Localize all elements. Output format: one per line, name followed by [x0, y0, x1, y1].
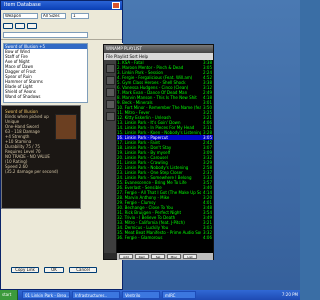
list-item[interactable]: Wand of Shadows: [4, 94, 87, 99]
winamp-titlebar[interactable]: WINAMP PLAYLIST: [104, 45, 213, 53]
winamp-left-toolbar: [104, 60, 117, 253]
winamp-bottom-bar: Add Rem Sel Misc List: [117, 253, 213, 260]
category-select-value: Weapon: [5, 13, 22, 18]
tooltip-line: (35.2 damage per second): [5, 169, 59, 174]
tool-video-icon[interactable]: [106, 88, 115, 97]
search-input[interactable]: [3, 32, 88, 38]
tool-browser-icon[interactable]: [106, 112, 115, 121]
winamp-menu: File Playlist Sort Help: [104, 53, 213, 60]
window-titlebar[interactable]: Item Database: [1, 1, 122, 10]
taskbar: start 01 Linkin Park - Brea... Infrastru…: [0, 290, 300, 300]
window-title: Item Database: [4, 2, 41, 8]
search-button[interactable]: [27, 23, 37, 29]
taskbar-item-linkin[interactable]: 01 Linkin Park - Brea...: [22, 291, 70, 299]
next-button[interactable]: [15, 23, 25, 29]
filters-toolbar: Weapon All Sizes 1: [1, 10, 122, 40]
list-button[interactable]: List: [183, 254, 197, 259]
add-button[interactable]: Add: [119, 254, 133, 259]
ok-button[interactable]: OK: [44, 267, 64, 273]
tool-media-icon[interactable]: [106, 76, 115, 85]
select-button[interactable]: Sel: [151, 254, 165, 259]
misc-button[interactable]: Misc: [167, 254, 181, 259]
track-title: 36. Fergie - Glamorous: [117, 235, 163, 240]
category-select[interactable]: Weapon: [3, 13, 38, 19]
item-art-icon: [55, 114, 77, 140]
taskbar-item-infrastructures[interactable]: Infrastructures..: [72, 291, 120, 299]
track-duration: 4:06: [203, 235, 212, 240]
playlist-row[interactable]: 36. Fergie - Glamorous 4:06: [117, 235, 213, 240]
menu-help[interactable]: Help: [139, 54, 148, 59]
copy-link-button[interactable]: Copy Link: [11, 267, 39, 273]
taskbar-item-ventrilo[interactable]: Ventrilo: [122, 291, 160, 299]
menu-file[interactable]: File: [106, 54, 113, 59]
remove-button[interactable]: Rem: [135, 254, 149, 259]
tool-play-icon[interactable]: [106, 64, 115, 73]
page-field-value: 1: [73, 13, 76, 18]
tray-clock: 7:20 PM: [281, 292, 298, 297]
menu-playlist[interactable]: Playlist: [114, 54, 128, 59]
item-tooltip: Sword of Illusion Binds when picked up U…: [1, 105, 81, 209]
cancel-button[interactable]: Cancel: [69, 267, 97, 273]
playlist: 1. KSA - Fatal 3:38 2. Maroon Mentor - Pi…: [117, 60, 213, 253]
tool-visual-icon[interactable]: [106, 100, 115, 109]
prev-button[interactable]: [3, 23, 13, 29]
bottom-buttons: Copy Link OK Cancel: [11, 267, 111, 277]
page-field[interactable]: 1: [71, 13, 89, 19]
winamp-playlist-window: WINAMP PLAYLIST File Playlist Sort Help …: [103, 44, 214, 260]
menu-sort[interactable]: Sort: [129, 54, 137, 59]
close-icon[interactable]: [112, 2, 120, 9]
start-button[interactable]: start: [0, 290, 18, 300]
class-select-value: All Sizes: [43, 13, 60, 18]
class-select[interactable]: All Sizes: [41, 13, 66, 19]
item-list: Sword of Illusion +5 Bow of Wind Staff o…: [3, 43, 88, 103]
taskbar-item-mirc[interactable]: mIRC: [162, 291, 196, 299]
